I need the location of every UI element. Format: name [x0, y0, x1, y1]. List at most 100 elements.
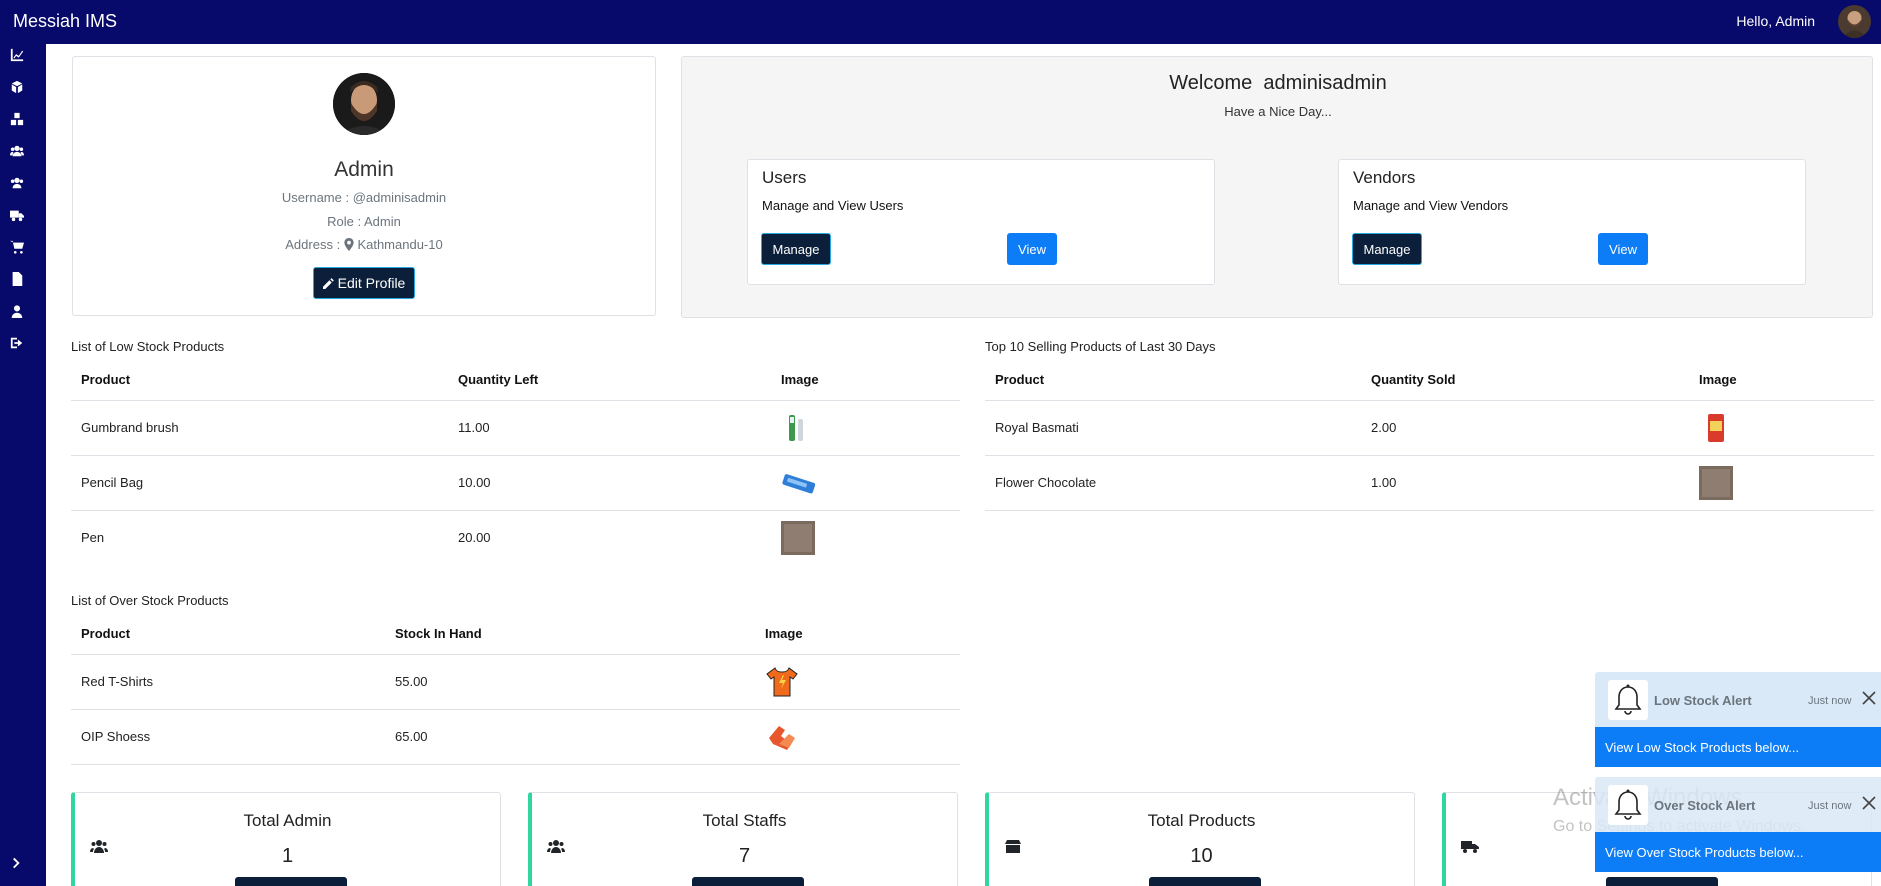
- file-icon[interactable]: [9, 271, 25, 287]
- product-image: [782, 473, 815, 493]
- users-card-desc: Manage and View Users: [762, 198, 904, 213]
- total-staffs-card: Total Staffs 7: [528, 792, 958, 886]
- column-header: Image: [765, 626, 803, 642]
- toast-header: Low Stock Alert Just now: [1595, 672, 1881, 727]
- total-admin-button[interactable]: [235, 877, 347, 886]
- product-image: [789, 414, 803, 441]
- product-image: [1699, 465, 1733, 500]
- chart-line-icon[interactable]: [9, 47, 25, 63]
- product-image: [1708, 413, 1724, 442]
- cubes-icon[interactable]: [9, 111, 25, 127]
- toast-time: Just now: [1808, 800, 1852, 812]
- edit-profile-button[interactable]: Edit Profile: [313, 267, 415, 299]
- column-header: Quantity Sold: [1371, 372, 1456, 388]
- product-cell: Red T-Shirts: [71, 653, 385, 709]
- user-icon[interactable]: [9, 303, 25, 319]
- profile-role: Role : Admin: [327, 214, 401, 229]
- stat-value: 10: [1190, 845, 1213, 867]
- low-stock-caption: List of Low Stock Products: [71, 339, 225, 354]
- total-staffs-button[interactable]: [692, 877, 804, 886]
- over-stock-table: Product Stock In Hand Image Red T-Shirts…: [71, 614, 960, 764]
- vendors-card: Vendors Manage and View Vendors Manage V…: [1338, 159, 1806, 285]
- table-row: Pen 20.00: [71, 509, 960, 565]
- pencil-icon: [322, 277, 334, 289]
- product-cell: Flower Chocolate: [985, 454, 1361, 510]
- qty-cell: 10.00: [448, 454, 771, 510]
- column-header: Image: [1699, 372, 1737, 388]
- user-group-icon[interactable]: [9, 175, 25, 191]
- close-icon[interactable]: [1861, 795, 1877, 811]
- qty-cell: 20.00: [448, 509, 771, 565]
- bell-icon: [1608, 680, 1648, 720]
- product-cell: OIP Shoess: [71, 708, 385, 764]
- toast-title: Over Stock Alert: [1654, 798, 1756, 813]
- close-icon[interactable]: [1861, 690, 1877, 706]
- table-row: OIP Shoess 65.00: [71, 708, 960, 764]
- welcome-title: Welcome adminisadmin: [1169, 72, 1387, 94]
- qty-cell: 11.00: [448, 399, 771, 455]
- vendors-card-title: Vendors: [1353, 168, 1416, 187]
- address-label: Address :: [285, 237, 341, 252]
- manage-users-button[interactable]: Manage: [761, 233, 831, 265]
- view-vendors-button[interactable]: View: [1598, 233, 1648, 265]
- over-stock-toast[interactable]: Over Stock Alert Just now View Over Stoc…: [1595, 777, 1881, 882]
- total-products-button[interactable]: [1149, 877, 1261, 886]
- column-header: Product: [995, 372, 1045, 388]
- table-row: Flower Chocolate 1.00: [985, 454, 1874, 510]
- product-image: [769, 725, 795, 750]
- product-cell: Pen: [71, 509, 448, 565]
- users-card: Users Manage and View Users Manage View: [747, 159, 1215, 285]
- chevron-right-icon[interactable]: [9, 855, 25, 871]
- cart-icon[interactable]: [9, 239, 25, 255]
- vendors-card-desc: Manage and View Vendors: [1353, 198, 1509, 213]
- stat-title: Total Products: [1147, 811, 1256, 830]
- column-header: Quantity Left: [458, 372, 539, 388]
- sign-out-icon[interactable]: [9, 335, 25, 351]
- map-marker-icon: [344, 238, 354, 251]
- edit-profile-label: Edit Profile: [337, 275, 406, 291]
- table-header-row: Product Quantity Sold Image: [985, 360, 1874, 400]
- address-value: Kathmandu-10: [357, 237, 443, 252]
- column-header: Image: [781, 372, 819, 388]
- users-icon[interactable]: [9, 143, 25, 159]
- qty-cell: 1.00: [1361, 454, 1689, 510]
- brand-title[interactable]: Messiah IMS: [13, 11, 117, 32]
- table-row: Royal Basmati 2.00: [985, 399, 1874, 455]
- stat-value: 7: [738, 845, 751, 867]
- column-header: Stock In Hand: [395, 626, 482, 642]
- top-selling-table: Product Quantity Sold Image Royal Basmat…: [985, 360, 1874, 510]
- stat-title: Total Admin: [243, 811, 332, 830]
- table-row: Pencil Bag 10.00: [71, 454, 960, 510]
- greeting-text: Hello, Admin: [1736, 13, 1815, 29]
- over-stock-caption: List of Over Stock Products: [71, 593, 229, 608]
- toast-time: Just now: [1808, 695, 1852, 707]
- welcome-panel: Welcome adminisadmin Have a Nice Day... …: [681, 56, 1873, 318]
- toast-body[interactable]: View Over Stock Products below...: [1595, 832, 1881, 872]
- toast-body[interactable]: View Low Stock Products below...: [1595, 727, 1881, 767]
- table-header-row: Product Quantity Left Image: [71, 360, 960, 400]
- low-stock-toast[interactable]: Low Stock Alert Just now View Low Stock …: [1595, 672, 1881, 777]
- table-row: Red T-Shirts 55.00: [71, 653, 960, 709]
- stat-title: Total Staffs: [702, 811, 787, 830]
- qty-cell: 55.00: [385, 653, 755, 709]
- profile-avatar: [333, 73, 395, 135]
- profile-name: Admin: [334, 158, 394, 181]
- top-selling-caption: Top 10 Selling Products of Last 30 Days: [985, 339, 1216, 354]
- profile-card: Admin Username : @adminisadmin Role : Ad…: [72, 56, 656, 316]
- total-admin-card: Total Admin 1: [71, 792, 501, 886]
- toast-title: Low Stock Alert: [1654, 693, 1752, 708]
- avatar[interactable]: [1838, 5, 1871, 38]
- product-image: [781, 520, 815, 555]
- view-users-button[interactable]: View: [1007, 233, 1057, 265]
- product-cell: Gumbrand brush: [71, 399, 448, 455]
- product-cell: Pencil Bag: [71, 454, 448, 510]
- manage-vendors-button[interactable]: Manage: [1352, 233, 1422, 265]
- stat-value: 1: [281, 845, 294, 867]
- column-header: Product: [81, 626, 131, 642]
- sidebar: [0, 44, 46, 886]
- profile-address: Address : Kathmandu-10: [73, 237, 655, 252]
- box-icon[interactable]: [9, 79, 25, 95]
- bell-icon: [1608, 785, 1648, 825]
- low-stock-table: Product Quantity Left Image Gumbrand bru…: [71, 360, 960, 565]
- truck-icon[interactable]: [9, 207, 25, 223]
